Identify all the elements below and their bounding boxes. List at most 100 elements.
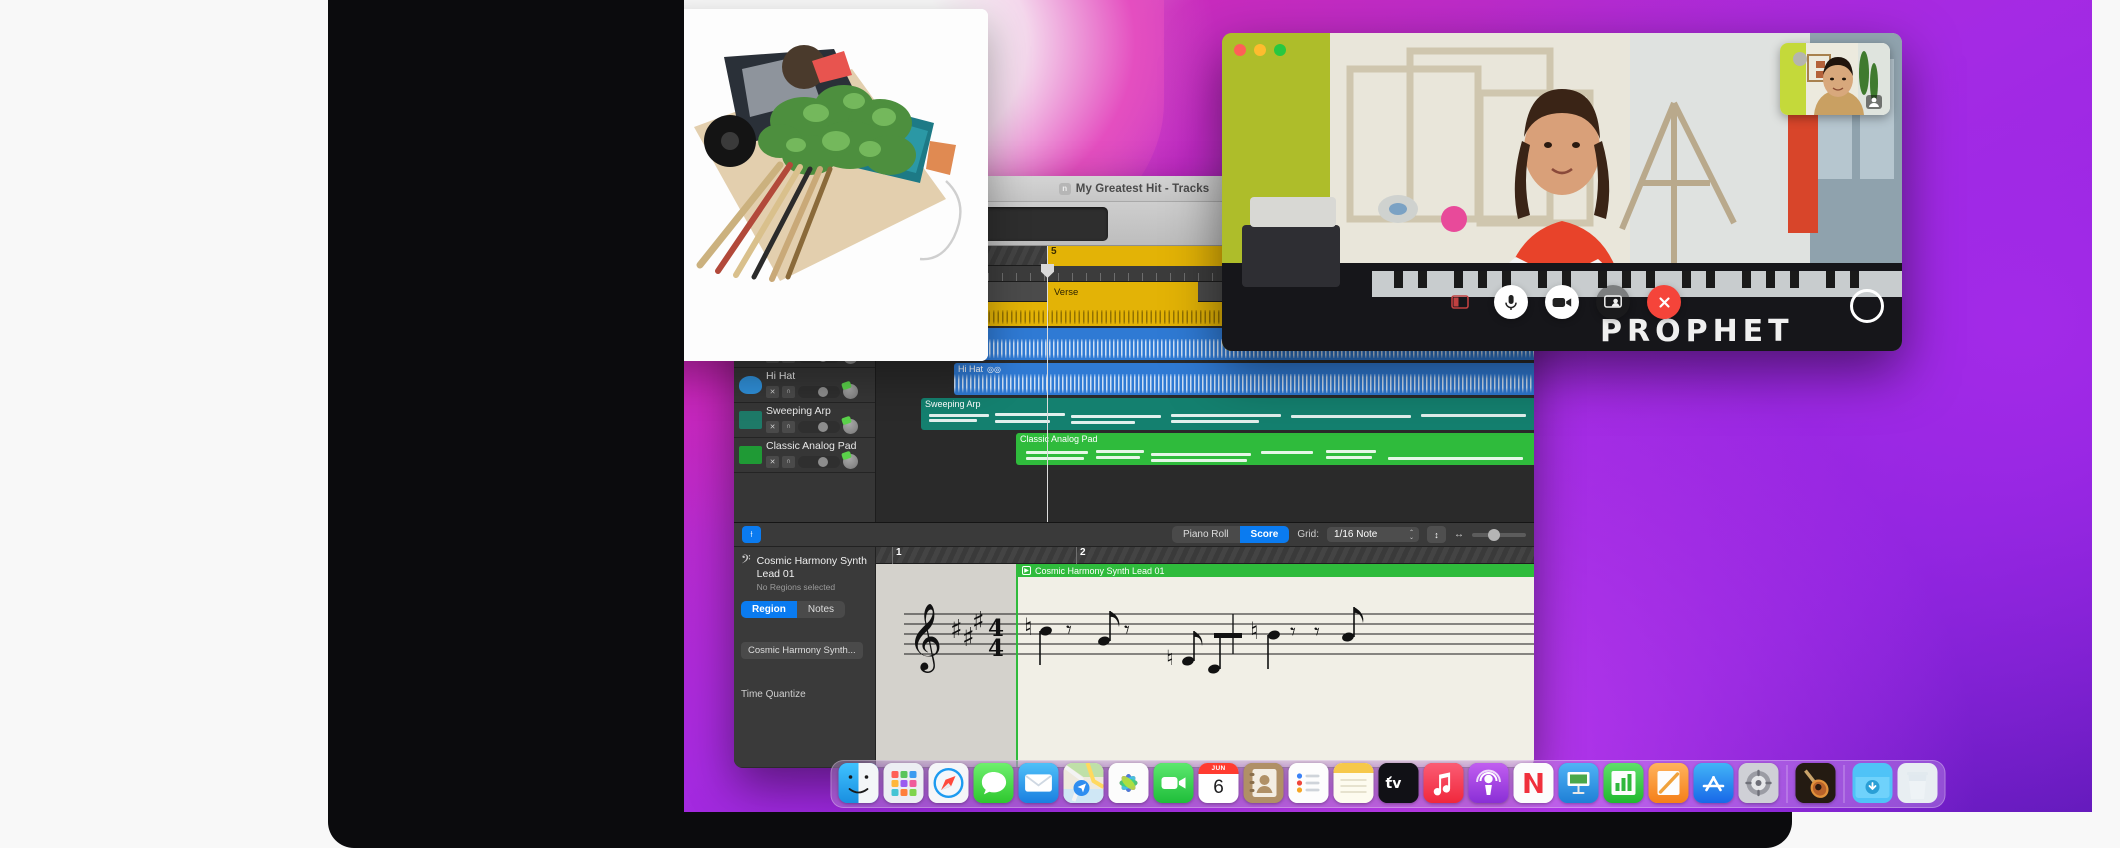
region-classic-analog-pad[interactable]: Classic Analog Pad	[1016, 433, 1534, 465]
volume-fader[interactable]	[798, 421, 840, 433]
facetime-window[interactable]: PROPHET	[1222, 33, 1902, 351]
editor-tab-group[interactable]: Piano Roll Score	[1172, 526, 1289, 543]
tab-score[interactable]: Score	[1240, 526, 1290, 543]
grid-value-dropdown[interactable]: 1/16 Note	[1327, 527, 1419, 542]
dock-item-calendar[interactable]: JUN6	[1199, 763, 1239, 803]
dock-item-notes[interactable]	[1334, 763, 1374, 803]
tab-piano-roll[interactable]: Piano Roll	[1172, 526, 1240, 543]
svg-text:♮: ♮	[1166, 646, 1174, 670]
score-clef-gutter: 𝄞 ♯ ♯ ♯ 4 4	[876, 564, 1016, 767]
dock-item-podcasts[interactable]	[1469, 763, 1509, 803]
score-editor-pane[interactable]: ⟊ Piano Roll Score Grid: 1/16 Note ↕ ↔	[734, 522, 1534, 766]
facetime-traffic-lights[interactable]	[1234, 44, 1286, 56]
dock-item-numbers[interactable]	[1604, 763, 1644, 803]
track-header-classic-analog-pad[interactable]: Classic Analog Pad ✕ ∩	[734, 438, 875, 473]
dock-item-maps[interactable]	[1064, 763, 1104, 803]
score-bar-ruler[interactable]: 1 2	[876, 547, 1534, 564]
facetime-controls[interactable]	[1222, 285, 1902, 319]
close-x-icon[interactable]	[1647, 285, 1681, 319]
device-bezel: n My Greatest Hit - Tracks	[328, 0, 1792, 848]
dock-item-photos[interactable]	[1109, 763, 1149, 803]
region-label: Classic Analog Pad	[1016, 433, 1534, 445]
dock-item-messages[interactable]	[974, 763, 1014, 803]
dock[interactable]: JUN6 tv	[831, 760, 1946, 808]
safari-icon	[929, 763, 969, 803]
maps-icon	[1064, 763, 1104, 803]
mute-icon[interactable]: ✕	[766, 421, 779, 433]
dock-item-downloads-folder[interactable]	[1853, 763, 1893, 803]
screen-share-icon[interactable]	[1596, 285, 1630, 319]
dock-item-launchpad[interactable]	[884, 763, 924, 803]
artwork-window[interactable]	[684, 9, 988, 361]
video-camera-icon[interactable]	[1545, 285, 1579, 319]
mute-icon[interactable]: ✕	[766, 386, 779, 398]
self-view-pip[interactable]	[1780, 43, 1890, 115]
score-ruler-mark: 1	[892, 547, 902, 564]
desktop-wallpaper[interactable]: n My Greatest Hit - Tracks	[684, 0, 2092, 812]
zoom-button[interactable]	[1274, 44, 1286, 56]
editor-toolbar[interactable]: ⟊ Piano Roll Score Grid: 1/16 Note ↕ ↔	[734, 523, 1534, 547]
track-header-hi-hat[interactable]: Hi Hat ✕ ∩	[734, 368, 875, 403]
horizontal-zoom-icon[interactable]: ↔	[1454, 529, 1464, 540]
minimize-button[interactable]	[1254, 44, 1266, 56]
dock-item-music[interactable]	[1424, 763, 1464, 803]
track-header-sweeping-arp[interactable]: Sweeping Arp ✕ ∩	[734, 403, 875, 438]
dock-item-keynote[interactable]	[1559, 763, 1599, 803]
dock-item-facetime[interactable]	[1154, 763, 1194, 803]
dock-item-mail[interactable]	[1019, 763, 1059, 803]
close-button[interactable]	[1234, 44, 1246, 56]
score-region-body[interactable]: ▶ Cosmic Harmony Synth Lead 01	[1016, 564, 1534, 767]
headphone-solo-icon[interactable]: ∩	[782, 456, 795, 468]
region-name-field[interactable]: Cosmic Harmony Synth...	[741, 642, 863, 659]
volume-fader[interactable]	[798, 456, 840, 468]
sidebar-icon[interactable]	[1443, 285, 1477, 319]
score-paper[interactable]: 𝄞 ♯ ♯ ♯ 4 4	[876, 564, 1534, 767]
dock-item-reminders[interactable]	[1289, 763, 1329, 803]
headphone-solo-icon[interactable]: ∩	[782, 421, 795, 433]
launchpad-icon	[884, 763, 924, 803]
playhead[interactable]	[1047, 246, 1048, 522]
inspector-tab-group[interactable]: Region Notes	[741, 601, 845, 618]
editor-inspector[interactable]: 𝄢 Cosmic Harmony Synth Lead 01 No Region…	[734, 547, 876, 767]
zoom-slider[interactable]	[1472, 533, 1526, 537]
editor-body[interactable]: 𝄢 Cosmic Harmony Synth Lead 01 No Region…	[734, 547, 1534, 767]
dock-item-finder[interactable]	[839, 763, 879, 803]
dock-item-trash[interactable]	[1898, 763, 1938, 803]
volume-fader[interactable]	[798, 386, 840, 398]
region-hi-hat[interactable]: Hi Hat ◎◎	[954, 363, 1534, 395]
pan-knob[interactable]	[843, 419, 858, 434]
tab-region[interactable]: Region	[741, 601, 797, 618]
pan-knob[interactable]	[843, 384, 858, 399]
track-controls[interactable]: ✕ ∩	[766, 454, 871, 469]
pan-knob[interactable]	[843, 454, 858, 469]
photos-icon	[1109, 763, 1149, 803]
dock-item-apple-tv[interactable]: tv	[1379, 763, 1419, 803]
dock-item-app-store[interactable]	[1694, 763, 1734, 803]
track-controls[interactable]: ✕ ∩	[766, 384, 871, 399]
vertical-zoom-icon[interactable]: ↕	[1427, 526, 1446, 543]
score-canvas[interactable]: 1 2	[876, 547, 1534, 767]
score-notation[interactable]: ♮ 𝄾 𝄾	[1018, 573, 1534, 703]
record-circle-icon[interactable]	[1850, 289, 1884, 323]
artwork-canvas[interactable]	[684, 9, 988, 361]
track-controls[interactable]: ✕ ∩	[766, 419, 871, 434]
dock-item-contacts[interactable]	[1244, 763, 1284, 803]
region-sweeping-arp[interactable]: Sweeping Arp	[921, 398, 1534, 430]
dock-item-pages[interactable]	[1649, 763, 1689, 803]
mute-icon[interactable]: ✕	[766, 456, 779, 468]
editor-toggle-icon[interactable]: ⟊	[742, 526, 761, 543]
logic-window-title-group: n My Greatest Hit - Tracks	[1059, 183, 1209, 195]
dock-item-safari[interactable]	[929, 763, 969, 803]
svg-text:𝄾: 𝄾	[1124, 618, 1130, 643]
track-icon	[739, 446, 762, 464]
svg-text:♯: ♯	[950, 615, 963, 645]
dock-item-garageband[interactable]	[1796, 763, 1836, 803]
tab-notes[interactable]: Notes	[797, 601, 845, 618]
arrangement-marker-verse[interactable]: Verse	[1048, 282, 1198, 302]
microphone-icon[interactable]	[1494, 285, 1528, 319]
headphone-solo-icon[interactable]: ∩	[782, 386, 795, 398]
contacts-icon	[1244, 763, 1284, 803]
dock-item-news[interactable]	[1514, 763, 1554, 803]
dock-item-system-preferences[interactable]	[1739, 763, 1779, 803]
track-icon	[739, 376, 762, 394]
